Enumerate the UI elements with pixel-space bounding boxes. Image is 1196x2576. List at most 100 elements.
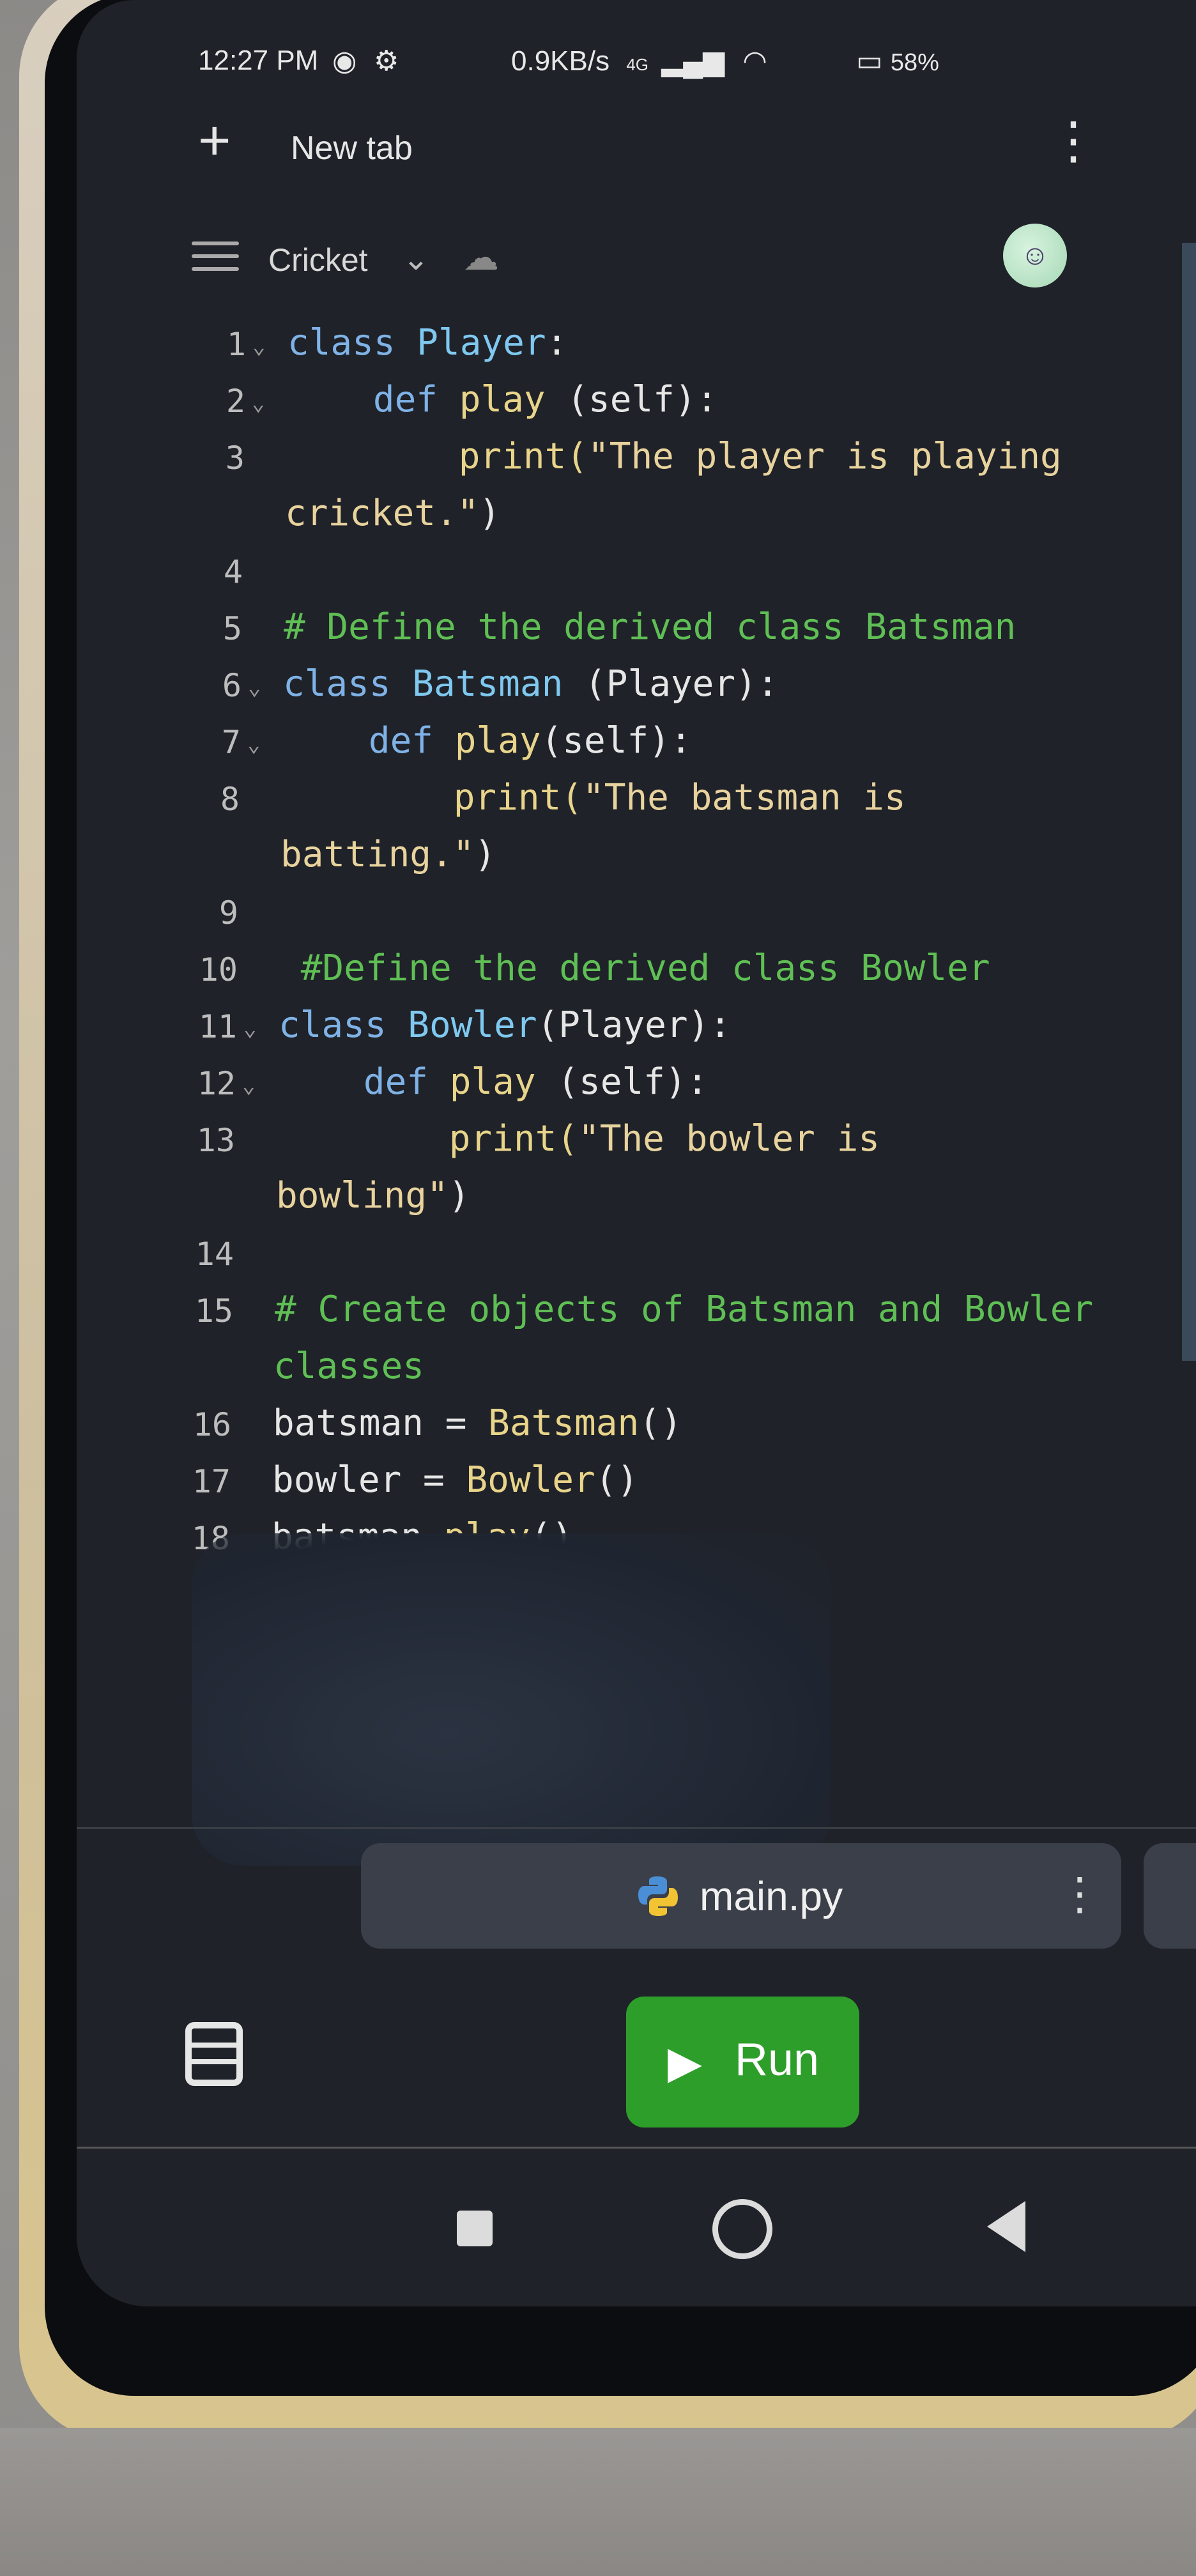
code-token: def — [287, 379, 459, 420]
code-token: classes — [273, 1346, 425, 1387]
line-number: 2 — [226, 383, 245, 420]
fold-chevron-icon[interactable]: ⌄ — [252, 390, 264, 416]
fold-chevron-icon[interactable]: ⌄ — [248, 675, 261, 700]
status-bar: 12:27 PM ◉ ⚙ 0.9KB/s 4G ▂▄▆ ◠ ▭ 58% — [77, 26, 1196, 96]
plus-icon[interactable]: + — [198, 112, 231, 169]
code-line[interactable]: bowler = Bowler() — [272, 1459, 638, 1501]
code-token: (Player): — [537, 1004, 732, 1046]
code-line[interactable]: # Define the derived class Batsman — [284, 606, 1016, 648]
code-line[interactable]: print("The batsman is — [281, 777, 906, 818]
code-token: # Create objects of Batsman and Bowler — [275, 1289, 1094, 1330]
code-token: print( — [286, 436, 588, 477]
editor-scrollbar[interactable] — [1182, 243, 1196, 1361]
line-number: 13 — [196, 1122, 235, 1159]
fold-chevron-icon[interactable]: ⌄ — [242, 1073, 255, 1098]
kebab-menu-icon[interactable]: ⋮ — [1048, 115, 1099, 166]
code-token: "The bowler is — [578, 1118, 880, 1160]
code-line[interactable]: # Create objects of Batsman and Bowler — [275, 1289, 1093, 1330]
code-token: Bowler — [466, 1459, 595, 1501]
line-number: 12 — [197, 1065, 236, 1102]
fold-chevron-icon[interactable]: ⌄ — [247, 732, 260, 757]
network-speed-value: 0.9KB/s — [511, 45, 610, 77]
code-line[interactable]: bowling") — [276, 1175, 470, 1216]
table-surface — [0, 2428, 1196, 2576]
avatar[interactable]: ☺ — [1003, 224, 1067, 288]
network-speed: 0.9KB/s 4G ▂▄▆ ◠ — [511, 45, 767, 77]
code-token: ) — [479, 493, 501, 534]
code-token: batsman = — [273, 1402, 489, 1444]
code-line[interactable]: classes — [273, 1346, 424, 1387]
code-line[interactable]: cricket.") — [285, 493, 500, 534]
settings-gear-icon: ⚙ — [374, 45, 399, 77]
line-number: 9 — [218, 894, 238, 931]
back-icon[interactable] — [987, 2201, 1025, 2252]
code-token: class — [279, 1004, 408, 1046]
code-line[interactable]: def play (self): — [277, 1061, 708, 1103]
fold-chevron-icon[interactable]: ⌄ — [243, 1016, 256, 1041]
code-line[interactable]: def play(self): — [282, 720, 692, 762]
file-name: main.py — [700, 1873, 843, 1919]
code-token: ) — [448, 1175, 470, 1216]
code-line[interactable]: print("The bowler is — [277, 1118, 880, 1160]
code-line[interactable]: class Batsman (Player): — [283, 663, 778, 705]
layers-icon[interactable] — [185, 2022, 243, 2086]
whatsapp-icon: ◉ — [332, 45, 357, 77]
code-token: play — [449, 1061, 536, 1103]
hamburger-icon[interactable] — [192, 241, 239, 280]
divider — [77, 1827, 1196, 1829]
code-token: class — [283, 663, 413, 705]
battery-icon: ▭ — [856, 45, 883, 77]
fold-chevron-icon[interactable]: ⌄ — [252, 334, 265, 359]
cloud-sync-icon[interactable]: ☁ — [463, 236, 499, 279]
code-token: "The player is playing — [588, 436, 1062, 477]
network-type: 4G — [626, 55, 649, 74]
code-token: Batsman — [488, 1402, 640, 1444]
code-token: cricket." — [285, 493, 479, 534]
line-number: 1 — [226, 326, 246, 363]
code-token: (self): — [535, 1061, 709, 1103]
code-line[interactable]: class Player: — [288, 322, 567, 364]
code-token: class — [288, 322, 417, 364]
code-token: play — [454, 720, 541, 762]
line-number: 14 — [195, 1236, 234, 1273]
status-time: 12:27 PM — [198, 45, 319, 76]
chevron-down-icon[interactable]: ⌄ — [402, 240, 429, 277]
line-number: 15 — [194, 1292, 233, 1330]
code-token: Bowler — [408, 1004, 537, 1046]
line-number: 6 — [222, 667, 241, 704]
code-token: #Define the derived class Bowler — [279, 947, 990, 989]
line-number: 11 — [198, 1008, 237, 1045]
divider — [77, 2147, 1196, 2149]
code-line[interactable]: def play (self): — [287, 379, 717, 420]
browser-tab-bar: + New tab ⋮ — [77, 109, 1196, 198]
code-token: ) — [474, 834, 496, 875]
code-editor[interactable]: 1 ⌄ class Player: 2 ⌄ def play (self): 3 prin… — [77, 313, 1196, 1614]
code-token: play — [459, 379, 546, 420]
run-button[interactable]: ▶ Run — [626, 1997, 859, 2128]
phone-screen: 12:27 PM ◉ ⚙ 0.9KB/s 4G ▂▄▆ ◠ ▭ 58% + Ne… — [77, 0, 1196, 2306]
code-line[interactable]: batting.") — [280, 834, 496, 875]
android-nav-bar — [77, 2159, 1196, 2287]
code-line[interactable]: print("The player is playing — [286, 436, 1062, 477]
home-icon[interactable] — [712, 2199, 772, 2259]
code-token: print( — [277, 1118, 579, 1160]
recents-icon[interactable] — [457, 2211, 493, 2246]
file-tab-next[interactable] — [1144, 1843, 1196, 1949]
code-line[interactable]: batsman = Batsman() — [273, 1402, 682, 1444]
line-number: 3 — [225, 440, 245, 477]
line-number: 4 — [223, 553, 243, 590]
file-tab-main-py[interactable]: main.py ⋮ — [361, 1843, 1121, 1949]
code-token: () — [639, 1402, 682, 1444]
code-token: Player — [417, 322, 546, 364]
project-name[interactable]: Cricket — [268, 241, 368, 279]
line-number: 17 — [192, 1463, 231, 1500]
tab-title[interactable]: New tab — [291, 129, 413, 167]
code-token: (Player): — [563, 663, 779, 705]
screen-reflection — [192, 1533, 831, 1866]
line-number: 7 — [221, 724, 241, 761]
code-line[interactable]: class Bowler(Player): — [279, 1004, 731, 1046]
python-icon — [638, 1876, 678, 1916]
file-menu-icon[interactable]: ⋮ — [1057, 1867, 1102, 1920]
code-line[interactable]: #Define the derived class Bowler — [279, 947, 990, 989]
code-token: "The batsman is — [583, 777, 906, 818]
